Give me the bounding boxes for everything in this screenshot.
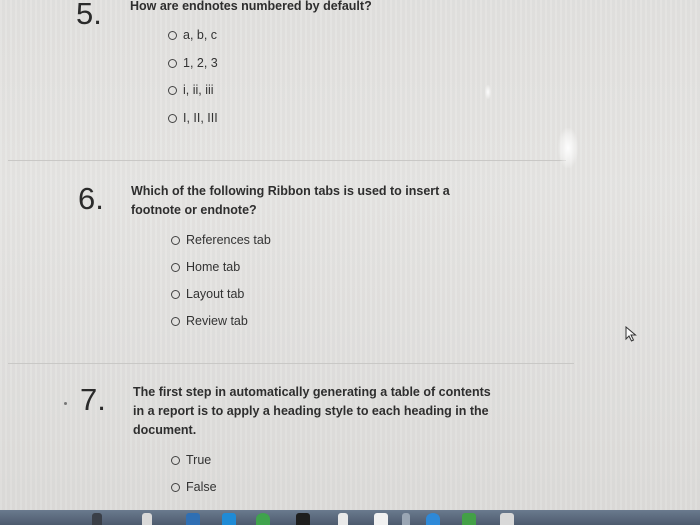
taskbar-app-icon[interactable]	[500, 513, 514, 525]
option-label: Review tab	[186, 314, 248, 328]
taskbar-chevron-icon[interactable]	[402, 513, 410, 525]
taskbar-app-icon[interactable]	[462, 513, 476, 525]
radio-button[interactable]	[171, 455, 180, 465]
taskbar-app-icon[interactable]	[296, 513, 310, 525]
option-label: 1, 2, 3	[183, 56, 218, 70]
radio-button[interactable]	[168, 113, 177, 123]
option-label: Layout tab	[186, 287, 245, 301]
question-7-number: 7.	[80, 382, 106, 417]
taskbar-app-icon[interactable]	[426, 513, 440, 525]
divider	[8, 160, 566, 161]
radio-button[interactable]	[168, 30, 177, 40]
option-label: True	[186, 453, 212, 467]
taskbar-app-icon[interactable]	[222, 513, 236, 525]
question-6-text-line-2: footnote or endnote?	[131, 203, 257, 217]
option-label: a, b, c	[183, 28, 218, 42]
q7-option-true[interactable]: True	[171, 453, 211, 467]
question-6-text: Which of the following Ribbon tabs is us…	[131, 182, 450, 220]
question-7-text-line-1: The first step in automatically generati…	[133, 385, 491, 399]
option-label: References tab	[186, 233, 271, 247]
divider	[8, 363, 574, 364]
question-7-text-line-3: document.	[133, 423, 197, 437]
question-5-number: 5.	[76, 0, 102, 31]
question-7-text: The first step in automatically generati…	[133, 383, 491, 440]
radio-button[interactable]	[171, 482, 180, 492]
question-5-text: How are endnotes numbered by default?	[130, 0, 372, 13]
radio-button[interactable]	[171, 289, 180, 299]
question-6-number: 6.	[78, 181, 104, 216]
taskbar-app-icon[interactable]	[186, 513, 200, 525]
question-6-text-line-1: Which of the following Ribbon tabs is us…	[131, 184, 450, 198]
taskbar-app-icon[interactable]	[256, 513, 270, 525]
q5-option-2[interactable]: 1, 2, 3	[168, 56, 218, 70]
option-label: False	[186, 480, 217, 494]
radio-button[interactable]	[168, 58, 177, 68]
option-label: i, ii, iii	[183, 83, 214, 97]
taskbar	[0, 510, 700, 525]
radio-button[interactable]	[171, 262, 180, 272]
q6-option-4[interactable]: Review tab	[171, 314, 248, 328]
q7-option-false[interactable]: False	[171, 480, 217, 494]
question-7-text-line-2: in a report is to apply a heading style …	[133, 404, 489, 418]
radio-button[interactable]	[171, 235, 180, 245]
q5-option-1[interactable]: a, b, c	[168, 28, 217, 42]
q6-option-2[interactable]: Home tab	[171, 260, 240, 274]
taskbar-app-icon[interactable]	[338, 513, 348, 525]
q5-option-3[interactable]: i, ii, iii	[168, 83, 214, 97]
taskbar-app-icon[interactable]	[374, 513, 388, 525]
screen: 5. How are endnotes numbered by default?…	[0, 0, 700, 525]
screen-glare-small	[485, 85, 491, 99]
screen-glare	[558, 128, 578, 168]
taskbar-app-icon[interactable]	[142, 513, 152, 525]
radio-button[interactable]	[168, 85, 177, 95]
q6-option-3[interactable]: Layout tab	[171, 287, 244, 301]
radio-button[interactable]	[171, 316, 180, 326]
q5-option-4[interactable]: I, II, III	[168, 111, 218, 125]
stray-mark	[64, 402, 67, 405]
mouse-cursor-icon	[625, 326, 637, 342]
q6-option-1[interactable]: References tab	[171, 233, 271, 247]
taskbar-app-icon[interactable]	[92, 513, 102, 525]
option-label: Home tab	[186, 260, 241, 274]
option-label: I, II, III	[183, 111, 218, 125]
